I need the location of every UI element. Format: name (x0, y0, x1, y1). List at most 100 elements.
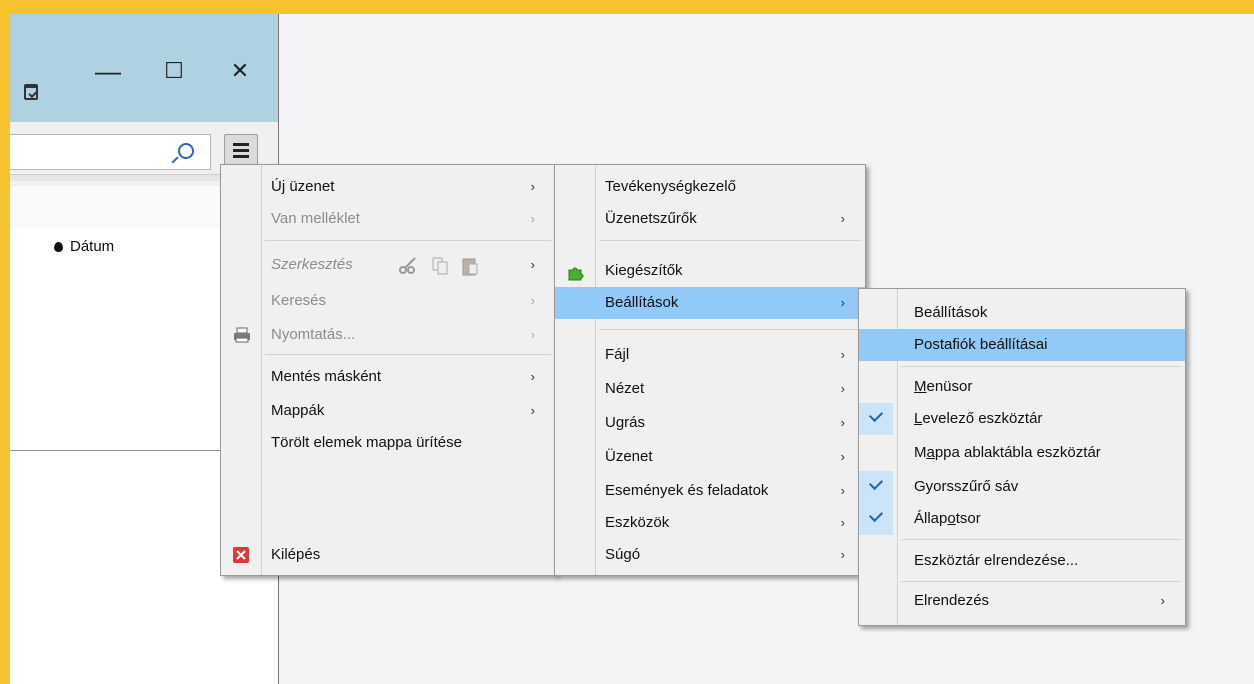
checkmark-icon (859, 471, 893, 503)
menu-item-label: Nézet (605, 380, 645, 397)
menu-item-label: Beállítások (605, 294, 679, 311)
app-menu: Új üzenet › Van melléklet › Szerkesztés … (220, 164, 556, 576)
menu-item-save-as[interactable]: Mentés másként › (221, 361, 555, 393)
hamburger-icon-line (233, 155, 249, 158)
column-date-header[interactable]: Dátum (70, 238, 114, 255)
menu-item-print[interactable]: Nyomtatás... › (221, 319, 555, 351)
label-part: tsor (955, 510, 981, 527)
submenu-arrow-icon: › (840, 381, 845, 396)
menu-item-label: Üzenet (605, 448, 653, 465)
submenu-arrow-icon: › (840, 449, 845, 464)
highlight-frame-left (0, 0, 10, 684)
menu-item-label: Nyomtatás... (271, 326, 356, 343)
edit-clipboard-icons (399, 257, 478, 276)
menu-item-tools[interactable]: Eszközök › (555, 507, 865, 539)
menu-item-label: Mentés másként (271, 368, 382, 385)
menu-item-label: Beállítások (914, 304, 988, 321)
submenu-arrow-icon: › (840, 547, 845, 562)
submenu-arrow-icon: › (530, 369, 535, 384)
submenu-item-account-settings[interactable]: Postafiók beállításai (859, 329, 1185, 361)
search-input[interactable] (10, 134, 211, 170)
highlight-frame-top (0, 0, 1254, 14)
submenu-item-mail-toolbar[interactable]: Levelező eszköztár (859, 403, 1185, 435)
menu-item-label: Kiegészítők (605, 262, 683, 279)
task-calendar-icon[interactable] (24, 84, 38, 100)
menu-item-exit[interactable]: Kilépés (221, 539, 555, 571)
minimize-button[interactable]: — (88, 58, 128, 92)
checkmark-icon (859, 403, 893, 435)
exit-icon (233, 547, 249, 563)
checkmark-icon (859, 503, 893, 535)
menu-separator (265, 354, 551, 355)
submenu-arrow-icon: › (840, 347, 845, 362)
label-part: enüsor (926, 378, 973, 395)
menu-item-file[interactable]: Fájl › (555, 339, 865, 371)
menu-item-addons[interactable]: Kiegészítők (555, 255, 865, 287)
menu-item-label: Üzenetszűrők (605, 210, 697, 227)
menu-item-edit[interactable]: Szerkesztés › (221, 249, 555, 281)
close-button[interactable]: ✕ (220, 58, 260, 92)
submenu-arrow-icon: › (840, 415, 845, 430)
menu-item-label: Menüsor (914, 371, 972, 403)
menu-separator (265, 240, 551, 241)
submenu-arrow-icon: › (840, 295, 845, 310)
copy-icon (432, 257, 448, 275)
label-part: M (914, 444, 927, 461)
menu-item-events-tasks[interactable]: Események és feladatok › (555, 475, 865, 507)
menu-item-label: Ugrás (605, 414, 646, 431)
hamburger-icon-line (233, 149, 249, 152)
menu-item-new-message[interactable]: Új üzenet › (221, 171, 555, 203)
access-key: M (914, 378, 927, 395)
app-menu-button[interactable] (224, 134, 258, 168)
menu-item-empty-trash[interactable]: Törölt elemek mappa ürítése (221, 427, 555, 459)
puzzle-piece-icon (568, 267, 584, 281)
menu-item-label: Törölt elemek mappa ürítése (271, 434, 462, 451)
menu-item-view[interactable]: Nézet › (555, 373, 865, 405)
menu-item-message[interactable]: Üzenet › (555, 441, 865, 473)
label-part: Állap (914, 510, 948, 527)
label-part: evelező eszköztár (922, 410, 1043, 427)
menu-item-label: Szerkesztés (271, 256, 353, 273)
settings-submenu: Beállítások Postafiók beállításai Menüso… (858, 288, 1186, 626)
submenu-item-folder-pane-toolbar[interactable]: Mappa ablaktábla eszköztár (859, 437, 1185, 469)
submenu-item-layout[interactable]: Elrendezés › (859, 585, 1185, 617)
submenu-item-status-bar[interactable]: Állapotsor (859, 503, 1185, 535)
hamburger-icon (233, 143, 249, 146)
menu-item-label: Események és feladatok (605, 482, 769, 499)
menu-separator (901, 539, 1181, 540)
maximize-button[interactable]: ☐ (154, 58, 194, 92)
menu-item-label: Eszközök (605, 514, 670, 531)
submenu-arrow-icon: › (530, 293, 535, 308)
menu-item-message-filters[interactable]: Üzenetszűrők › (555, 203, 865, 235)
submenu-arrow-icon: › (530, 211, 535, 226)
menu-item-label: Új üzenet (271, 178, 335, 195)
printer-icon (234, 327, 250, 343)
submenu-item-customize-toolbar[interactable]: Eszköztár elrendezése... (859, 545, 1185, 577)
menu-item-folders[interactable]: Mappák › (221, 395, 555, 427)
junk-status-icon[interactable] (54, 242, 63, 252)
submenu-item-menubar[interactable]: Menüsor (859, 371, 1185, 403)
menu-item-has-attachment[interactable]: Van melléklet › (221, 203, 555, 235)
menu-item-label: Mappa ablaktábla eszköztár (914, 437, 1101, 469)
menu-item-find[interactable]: Keresés › (221, 285, 555, 317)
submenu-arrow-icon: › (1160, 593, 1165, 608)
submenu-item-preferences[interactable]: Beállítások (859, 297, 1185, 329)
menu-item-label: Eszköztár elrendezése... (914, 552, 1079, 569)
menu-item-activity-manager[interactable]: Tevékenységkezelő (555, 171, 865, 203)
menu-item-settings[interactable]: Beállítások › (555, 287, 865, 319)
menu-item-label: Súgó (605, 546, 641, 563)
access-key: a (926, 444, 935, 461)
menu-item-label: Tevékenységkezelő (605, 178, 736, 195)
submenu-arrow-icon: › (530, 327, 535, 342)
menu-item-help[interactable]: Súgó › (555, 539, 865, 571)
search-icon[interactable] (178, 143, 194, 159)
submenu-arrow-icon: › (530, 257, 535, 272)
menu-item-go[interactable]: Ugrás › (555, 407, 865, 439)
app-menu-extended: Tevékenységkezelő Üzenetszűrők › Kiegész… (554, 164, 866, 576)
menu-item-label: Mappák (271, 402, 325, 419)
menu-item-label: Gyorsszűrő sáv (914, 478, 1019, 495)
submenu-arrow-icon: › (530, 403, 535, 418)
submenu-arrow-icon: › (840, 515, 845, 530)
menu-separator (599, 240, 861, 241)
submenu-item-quick-filter-bar[interactable]: Gyorsszűrő sáv (859, 471, 1185, 503)
